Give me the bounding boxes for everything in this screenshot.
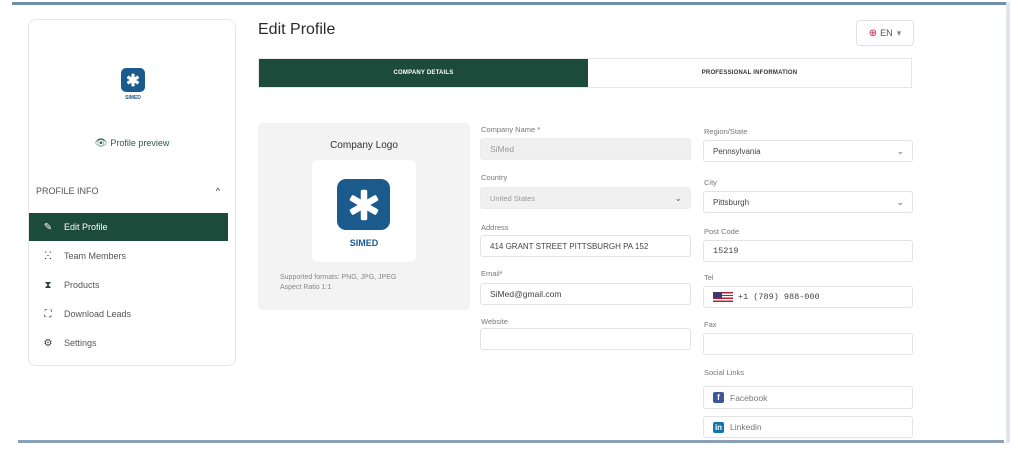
- sidebar-item-label: Download Leads: [64, 309, 132, 319]
- city-select[interactable]: Pittsburgh ⌄: [703, 191, 913, 213]
- website-field[interactable]: [480, 328, 691, 350]
- window-bottom-border: [18, 440, 1004, 443]
- region-value: Pennsylvania: [713, 146, 761, 156]
- sidebar-item-label: Team Members: [64, 251, 127, 261]
- fax-label: Fax: [704, 320, 717, 329]
- sidebar-item-products[interactable]: ⧗ Products: [29, 271, 228, 299]
- profile-preview-link[interactable]: 👁 Profile preview: [29, 138, 235, 149]
- post-code-field[interactable]: 15219: [703, 240, 913, 262]
- chevron-down-icon: ⌄: [896, 146, 904, 156]
- tel-value: +1 (789) 988-000: [738, 292, 820, 302]
- chevron-down-icon: ⌄: [896, 197, 904, 207]
- profile-info-section-toggle[interactable]: PROFILE INFO ^: [36, 186, 226, 204]
- country-value: United States: [490, 193, 536, 203]
- company-logo-small-text: SIMED: [125, 95, 141, 101]
- medical-star-icon: [126, 73, 140, 87]
- company-logo-text: SIMED: [349, 238, 379, 248]
- post-code-value: 15219: [713, 246, 739, 256]
- hourglass-icon: ⧗: [44, 279, 52, 291]
- medical-star-icon: [349, 189, 378, 220]
- sidebar-item-label: Edit Profile: [64, 222, 108, 232]
- address-field[interactable]: 414 GRANT STREET PITTSBURGH PA 152: [480, 235, 691, 257]
- window-right-edge: [1006, 2, 1010, 443]
- company-logo-upload[interactable]: SIMED: [312, 160, 416, 262]
- city-label: City: [704, 178, 717, 187]
- company-logo-small: [121, 68, 145, 92]
- company-name-field: SiMed: [480, 138, 691, 160]
- address-label: Address: [481, 223, 509, 232]
- company-logo-card: Company Logo SIMED Supported formats: PN…: [258, 123, 470, 310]
- sidebar-item-download-leads[interactable]: ⛶ Download Leads: [29, 300, 228, 328]
- linkedin-icon: in: [713, 421, 724, 433]
- us-flag-globe-icon: ⊕: [868, 27, 878, 39]
- tel-label: Tel: [704, 273, 714, 282]
- language-selector[interactable]: ⊕ EN ▾: [856, 20, 914, 46]
- region-select[interactable]: Pennsylvania ⌄: [703, 140, 913, 162]
- us-flag-icon[interactable]: [713, 291, 733, 303]
- city-value: Pittsburgh: [713, 197, 750, 207]
- social-links-label: Social Links: [704, 368, 745, 377]
- email-value: SiMed@gmail.com: [490, 289, 562, 299]
- chevron-down-icon: ⌄: [674, 193, 682, 203]
- country-select[interactable]: United States ⌄: [480, 187, 691, 209]
- page-title: Edit Profile: [258, 21, 336, 38]
- team-icon: ⵘ: [44, 250, 52, 262]
- aspect-ratio-text: Aspect Ratio 1:1: [280, 284, 332, 291]
- sidebar: SIMED 👁 Profile preview PROFILE INFO ^ ✎ …: [28, 19, 236, 366]
- country-label: Country: [481, 173, 508, 182]
- expand-icon: ⛶: [44, 308, 52, 320]
- logo-format-hint: Supported formats: PNG, JPG, JPEG Aspect…: [280, 273, 396, 293]
- address-value: 414 GRANT STREET PITTSBURGH PA 152: [490, 241, 649, 251]
- linkedin-value: Linkedin: [730, 422, 762, 432]
- sidebar-item-team-members[interactable]: ⵘ Team Members: [29, 242, 228, 270]
- supported-formats-text: Supported formats: PNG, JPG, JPEG: [280, 274, 397, 281]
- gear-icon: ⚙: [43, 337, 53, 349]
- facebook-value: Facebook: [730, 392, 768, 403]
- sidebar-item-edit-profile[interactable]: ✎ Edit Profile: [29, 213, 228, 241]
- company-logo-image: [337, 179, 390, 230]
- chevron-down-icon: ▾: [896, 27, 902, 38]
- fax-field[interactable]: [703, 333, 913, 355]
- email-label: Email*: [481, 269, 503, 278]
- sidebar-item-settings[interactable]: ⚙ Settings: [29, 329, 228, 357]
- chevron-up-icon: ^: [215, 186, 220, 196]
- post-code-label: Post Code: [704, 227, 740, 236]
- profile-tabs: COMPANY DETAILS PROFESSIONAL INFORMATION: [258, 58, 912, 88]
- company-name-value: SiMed: [490, 144, 515, 154]
- tab-professional-information[interactable]: PROFESSIONAL INFORMATION: [588, 59, 911, 87]
- website-label: Website: [481, 317, 508, 326]
- eye-icon: 👁: [94, 138, 108, 149]
- window-top-border: [12, 2, 1008, 5]
- profile-info-label: PROFILE INFO: [36, 186, 99, 196]
- tab-company-details[interactable]: COMPANY DETAILS: [259, 59, 588, 87]
- company-name-label: Company Name *: [481, 125, 541, 134]
- region-label: Region/State: [704, 127, 748, 136]
- pencil-icon: ✎: [43, 221, 53, 233]
- tel-field[interactable]: +1 (789) 988-000: [703, 286, 913, 308]
- sidebar-item-label: Products: [64, 280, 100, 290]
- email-field[interactable]: SiMed@gmail.com: [480, 283, 691, 305]
- profile-preview-label: Profile preview: [110, 138, 170, 148]
- language-value: EN: [880, 28, 893, 38]
- linkedin-field[interactable]: in Linkedin: [703, 416, 913, 438]
- company-logo-title: Company Logo: [330, 140, 398, 151]
- facebook-field[interactable]: f Facebook: [703, 386, 913, 409]
- sidebar-item-label: Settings: [64, 338, 97, 348]
- app-window: SIMED 👁 Profile preview PROFILE INFO ^ ✎ …: [0, 0, 1018, 449]
- facebook-icon: f: [713, 392, 724, 403]
